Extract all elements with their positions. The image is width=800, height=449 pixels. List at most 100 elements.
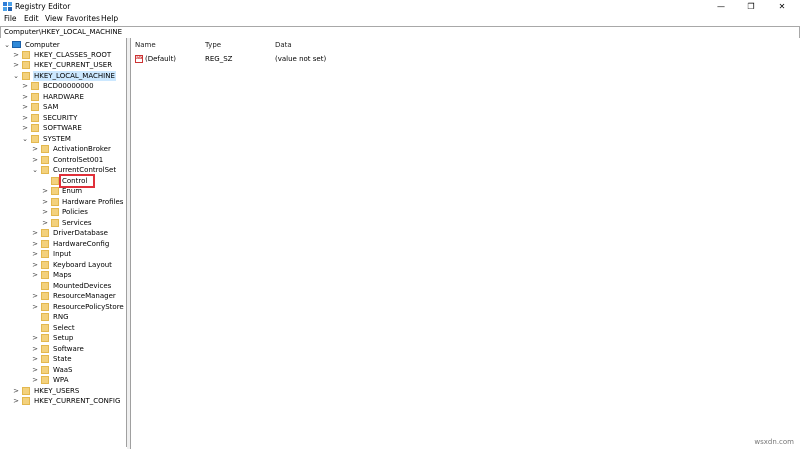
expand-icon[interactable]: > <box>21 102 29 112</box>
folder-icon <box>41 156 49 164</box>
tree-item-hkey-users[interactable]: > HKEY_USERS <box>0 386 126 396</box>
expand-icon[interactable]: > <box>31 354 39 364</box>
tree-item-resourcemanager[interactable]: > ResourceManager <box>0 291 126 301</box>
address-path[interactable]: Computer\HKEY_LOCAL_MACHINE <box>4 28 122 36</box>
tree-item-activationbroker[interactable]: > ActivationBroker <box>0 144 126 154</box>
tree-label: SYSTEM <box>43 135 71 143</box>
tree-item-hardware-profiles[interactable]: > Hardware Profiles <box>0 197 126 207</box>
values-list[interactable]: Name Type Data ab (Default) REG_SZ (valu… <box>130 38 800 449</box>
tree-item-security[interactable]: > SECURITY <box>0 113 126 123</box>
tree-item-rng[interactable]: RNG <box>0 312 126 322</box>
tree-item-computer[interactable]: ⌄ Computer <box>0 40 126 50</box>
tree-label: State <box>53 355 72 363</box>
expand-icon[interactable]: > <box>31 239 39 249</box>
tree-label: Setup <box>53 334 74 342</box>
menu-edit[interactable]: Edit <box>24 14 39 23</box>
tree-item-hkey-local-machine[interactable]: ⌄ HKEY_LOCAL_MACHINE <box>0 71 126 81</box>
column-header-name[interactable]: Name <box>135 41 156 49</box>
column-header-type[interactable]: Type <box>205 41 221 49</box>
folder-icon <box>41 261 49 269</box>
tree-item-input[interactable]: > Input <box>0 249 126 259</box>
tree-item-system[interactable]: ⌄ SYSTEM <box>0 134 126 144</box>
tree-label: HKEY_CLASSES_ROOT <box>34 51 112 59</box>
menu-help[interactable]: Help <box>101 14 118 23</box>
expand-icon[interactable]: > <box>31 333 39 343</box>
expand-icon[interactable]: > <box>31 291 39 301</box>
expand-icon[interactable]: > <box>12 60 20 70</box>
expand-icon[interactable]: > <box>31 365 39 375</box>
expand-icon[interactable]: > <box>12 396 20 406</box>
column-header-data[interactable]: Data <box>275 41 292 49</box>
tree-item-hardware[interactable]: > HARDWARE <box>0 92 126 102</box>
expand-icon[interactable]: > <box>31 155 39 165</box>
folder-icon <box>41 229 49 237</box>
tree-label: ActivationBroker <box>53 145 111 153</box>
tree-label: HKEY_LOCAL_MACHINE <box>33 71 116 81</box>
tree-item-control[interactable]: Control <box>0 174 126 188</box>
tree-item-policies[interactable]: > Policies <box>0 207 126 217</box>
tree-item-software[interactable]: > SOFTWARE <box>0 123 126 133</box>
expand-icon[interactable]: > <box>31 144 39 154</box>
folder-icon <box>31 124 39 132</box>
tree-item-currentcontrolset[interactable]: ⌄ CurrentControlSet <box>0 165 126 175</box>
expand-icon[interactable]: > <box>41 207 49 217</box>
tree-item-hkey-current-user[interactable]: > HKEY_CURRENT_USER <box>0 60 126 70</box>
expand-icon[interactable]: > <box>31 260 39 270</box>
expand-icon[interactable]: > <box>21 81 29 91</box>
tree-item-state[interactable]: > State <box>0 354 126 364</box>
tree-item-enum[interactable]: > Enum <box>0 186 126 196</box>
folder-icon <box>22 397 30 405</box>
maximize-button[interactable]: ❐ <box>736 0 766 13</box>
value-row[interactable]: ab (Default) REG_SZ (value not set) <box>131 54 800 64</box>
folder-icon <box>22 51 30 59</box>
expand-icon[interactable]: > <box>31 228 39 238</box>
collapse-icon[interactable]: ⌄ <box>31 165 39 175</box>
tree-item-select[interactable]: Select <box>0 323 126 333</box>
expand-icon[interactable]: > <box>31 249 39 259</box>
tree-item-resourcepolicystore[interactable]: > ResourcePolicyStore <box>0 302 126 312</box>
expand-icon[interactable]: > <box>31 375 39 385</box>
expand-icon[interactable]: > <box>21 113 29 123</box>
expand-icon[interactable]: > <box>31 344 39 354</box>
tree-item-services[interactable]: > Services <box>0 218 126 228</box>
tree-item-system-software[interactable]: > Software <box>0 344 126 354</box>
tree-item-sam[interactable]: > SAM <box>0 102 126 112</box>
tree-item-hardwareconfig[interactable]: > HardwareConfig <box>0 239 126 249</box>
tree-item-waas[interactable]: > WaaS <box>0 365 126 375</box>
tree-item-mounteddevices[interactable]: MountedDevices <box>0 281 126 291</box>
expand-icon[interactable]: > <box>41 197 49 207</box>
key-tree[interactable]: ⌄ Computer > HKEY_CLASSES_ROOT > HKEY_CU… <box>0 38 127 447</box>
minimize-button[interactable]: — <box>706 0 736 13</box>
tree-label: WPA <box>53 376 69 384</box>
tree-item-keyboard-layout[interactable]: > Keyboard Layout <box>0 260 126 270</box>
folder-icon <box>41 313 49 321</box>
expand-icon[interactable]: > <box>12 50 20 60</box>
close-button[interactable]: ✕ <box>767 0 797 13</box>
tree-item-bcd00000000[interactable]: > BCD00000000 <box>0 81 126 91</box>
expand-icon[interactable]: > <box>31 302 39 312</box>
tree-label: HARDWARE <box>43 93 84 101</box>
menu-view[interactable]: View <box>45 14 63 23</box>
expand-icon[interactable]: > <box>21 92 29 102</box>
expand-icon[interactable]: > <box>41 186 49 196</box>
tree-label: Control <box>58 174 96 188</box>
menu-file[interactable]: File <box>4 14 17 23</box>
tree-item-setup[interactable]: > Setup <box>0 333 126 343</box>
tree-label: ResourcePolicyStore <box>53 303 124 311</box>
tree-item-hkey-current-config[interactable]: > HKEY_CURRENT_CONFIG <box>0 396 126 406</box>
collapse-icon[interactable]: ⌄ <box>3 40 11 50</box>
tree-item-driverdatabase[interactable]: > DriverDatabase <box>0 228 126 238</box>
expand-icon[interactable]: > <box>41 218 49 228</box>
collapse-icon[interactable]: ⌄ <box>12 71 20 81</box>
folder-icon <box>31 93 39 101</box>
folder-icon <box>51 219 59 227</box>
collapse-icon[interactable]: ⌄ <box>21 134 29 144</box>
expand-icon[interactable]: > <box>12 386 20 396</box>
expand-icon[interactable]: > <box>31 270 39 280</box>
tree-item-maps[interactable]: > Maps <box>0 270 126 280</box>
tree-item-wpa[interactable]: > WPA <box>0 375 126 385</box>
menu-favorites[interactable]: Favorites <box>66 14 100 23</box>
expand-icon[interactable]: > <box>21 123 29 133</box>
tree-item-controlset001[interactable]: > ControlSet001 <box>0 155 126 165</box>
tree-item-hkey-classes-root[interactable]: > HKEY_CLASSES_ROOT <box>0 50 126 60</box>
